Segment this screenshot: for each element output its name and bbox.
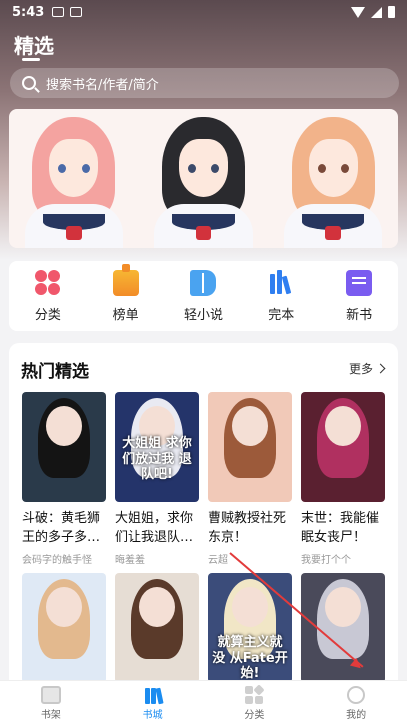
cover-art-face <box>325 406 361 446</box>
banner-character-left <box>9 109 139 248</box>
category-label: 分类 <box>34 307 61 323</box>
category-item-finished[interactable]: 完本 <box>251 269 311 323</box>
app-notification-icon <box>70 7 83 17</box>
book-cover[interactable] <box>22 392 106 502</box>
banner-carousel[interactable] <box>9 109 398 248</box>
profile-icon <box>347 685 366 704</box>
book-author: 云超 <box>208 555 228 566</box>
nav-profile[interactable]: 我的 <box>305 681 407 725</box>
search-bar[interactable]: 搜索书名/作者/简介 <box>10 68 399 98</box>
cover-art-face <box>139 587 175 627</box>
book-card[interactable]: 大姐姐 求你们放过我 退队吧! 大姐姐，求你们让我退队… 晦羞羞 <box>115 392 199 566</box>
nav-category[interactable]: 分类 <box>204 681 306 725</box>
more-button[interactable]: 更多 <box>348 360 386 377</box>
book-author: 我要打个个 <box>301 555 351 566</box>
book-card[interactable] <box>115 573 199 683</box>
ranking-icon <box>112 263 139 296</box>
status-bar: 5:43 <box>0 0 407 24</box>
cover-title-text: 大姐姐 求你们放过我 退队吧! <box>122 436 192 483</box>
category-label: 榜单 <box>112 307 139 323</box>
book-cover[interactable]: 大姐姐 求你们放过我 退队吧! <box>115 392 199 502</box>
category-label: 完本 <box>268 307 295 323</box>
nav-bookstore[interactable]: 书城 <box>102 681 204 725</box>
page-title[interactable]: 精选 <box>14 30 54 59</box>
signal-icon <box>371 6 382 18</box>
title-indicator <box>22 58 40 61</box>
book-cover[interactable] <box>22 573 106 683</box>
category-label: 新书 <box>346 307 373 323</box>
more-label: 更多 <box>348 362 373 376</box>
cover-title-text: 就算主义就没 从Fate开始! <box>212 635 288 682</box>
book-card[interactable]: 斗破：黄毛狮王的多子多… 会码字的触手怪 <box>22 392 106 566</box>
book-author: 晦羞羞 <box>115 555 145 566</box>
book-cover[interactable] <box>301 573 385 683</box>
status-time: 5:43 <box>12 4 45 20</box>
book-title[interactable]: 曹贼教授社死东京！ <box>208 510 292 548</box>
book-cover[interactable] <box>301 392 385 502</box>
banner-character-center <box>139 109 269 248</box>
book-cover[interactable]: 就算主义就没 从Fate开始! <box>208 573 292 683</box>
wifi-icon <box>351 6 365 18</box>
hot-picks-section: 热门精选 更多 斗破：黄毛狮王的多子多… 会码字的触手怪 大姐姐 求你们放过我 … <box>9 343 398 683</box>
book-card[interactable]: 曹贼教授社死东京！ 云超 <box>208 392 292 566</box>
cover-art-face <box>232 587 268 627</box>
category-label: 轻小说 <box>183 307 223 323</box>
nav-label: 书架 <box>40 709 61 721</box>
nav-bookshelf[interactable]: 书架 <box>0 681 102 725</box>
book-title[interactable]: 末世：我能催眠女丧尸！ <box>301 510 385 548</box>
cover-art-face <box>46 587 82 627</box>
book-author: 会码字的触手怪 <box>22 555 92 566</box>
bookshelf-icon <box>40 685 61 704</box>
category-shortcuts: 分类 榜单 轻小说 完本 新书 <box>9 261 398 331</box>
finished-books-icon <box>268 269 294 296</box>
category-item-fenlei[interactable]: 分类 <box>18 269 78 323</box>
nav-label: 分类 <box>244 709 265 721</box>
book-card[interactable]: 末世：我能催眠女丧尸！ 我要打个个 <box>301 392 385 566</box>
new-book-icon <box>346 269 373 296</box>
category-item-new[interactable]: 新书 <box>329 269 389 323</box>
book-title[interactable]: 斗破：黄毛狮王的多子多… <box>22 510 106 548</box>
clover-icon <box>34 269 61 296</box>
battery-icon <box>388 6 395 18</box>
book-cover[interactable] <box>208 392 292 502</box>
book-card[interactable]: 就算主义就没 从Fate开始! <box>208 573 292 683</box>
book-cover[interactable] <box>115 573 199 683</box>
search-placeholder: 搜索书名/作者/简介 <box>46 77 159 93</box>
category-grid-icon <box>244 683 266 704</box>
cover-art-face <box>46 406 82 446</box>
book-title[interactable]: 大姐姐，求你们让我退队… <box>115 510 199 548</box>
bookstore-icon <box>143 686 164 704</box>
chevron-right-icon <box>375 363 386 374</box>
bottom-navigation: 书架 书城 分类 我的 <box>0 680 407 725</box>
nav-label: 书城 <box>142 709 163 721</box>
category-item-light-novel[interactable]: 轻小说 <box>173 269 233 323</box>
book-card[interactable] <box>301 573 385 683</box>
nav-label: 我的 <box>346 709 367 721</box>
cover-art-face <box>232 406 268 446</box>
category-item-bangdan[interactable]: 榜单 <box>96 263 156 323</box>
book-card[interactable] <box>22 573 106 683</box>
search-icon <box>22 76 36 90</box>
book-open-icon <box>190 269 217 296</box>
cover-art-face <box>325 587 361 627</box>
notification-icon <box>52 7 65 17</box>
section-title: 热门精选 <box>21 362 89 382</box>
banner-character-right <box>268 109 398 248</box>
